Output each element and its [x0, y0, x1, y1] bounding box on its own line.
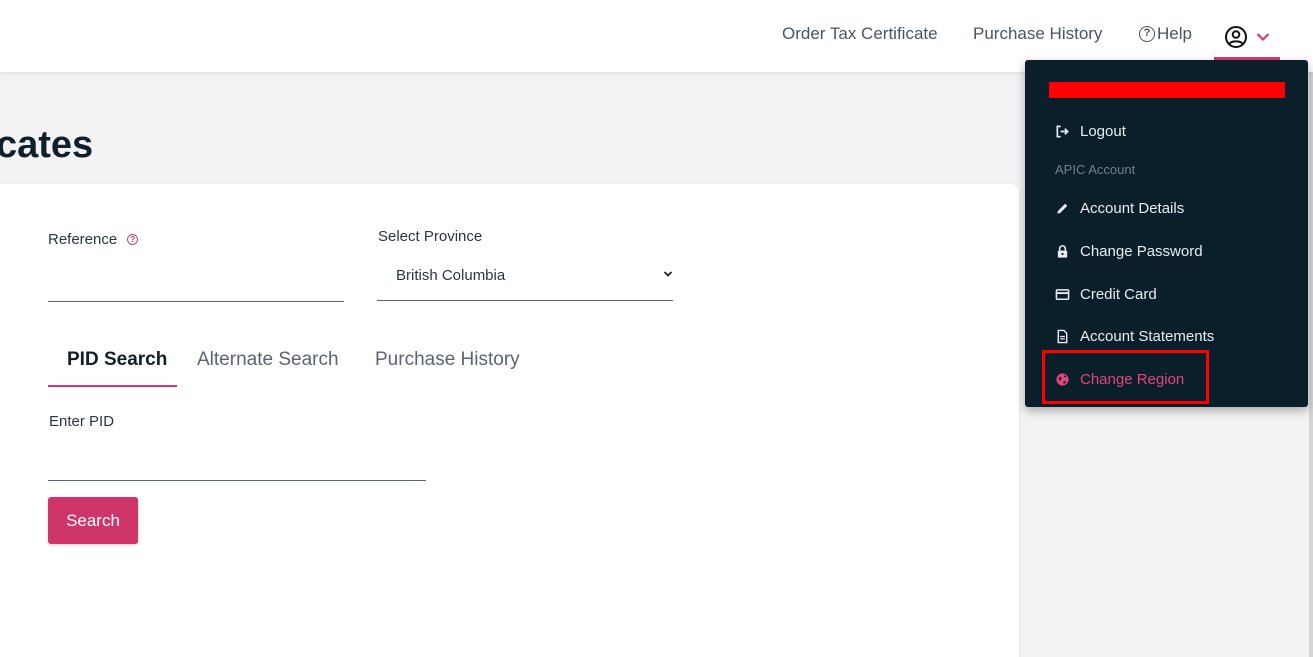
tab-pid-search[interactable]: PID Search: [67, 349, 167, 371]
user-dropdown-menu: Logout APIC Account Account Details Chan…: [1025, 60, 1308, 407]
pencil-icon: [1057, 203, 1068, 214]
nav-help[interactable]: ? Help: [1139, 24, 1192, 44]
nav-purchase-history[interactable]: Purchase History: [973, 24, 1102, 44]
menu-item-logout-label: Logout: [1080, 122, 1126, 140]
globe-icon: [1056, 372, 1069, 386]
menu-item-logout[interactable]: Logout: [1055, 119, 1126, 143]
redacted-username: [1049, 82, 1285, 98]
menu-item-change-region[interactable]: Change Region: [1055, 367, 1184, 391]
pid-label: Enter PID: [49, 413, 115, 430]
lock-icon: [1057, 244, 1068, 258]
page-title: cates: [0, 124, 94, 166]
menu-item-credit-card-label: Credit Card: [1080, 285, 1157, 303]
pid-input[interactable]: [48, 440, 426, 481]
active-tab-indicator: [48, 385, 177, 387]
menu-item-account-details-label: Account Details: [1080, 199, 1185, 217]
chevron-down-icon: [1256, 33, 1270, 42]
menu-item-change-region-label: Change Region: [1080, 370, 1185, 388]
question-circle-icon[interactable]: ?: [127, 234, 139, 245]
document-icon: [1057, 329, 1068, 343]
help-icon: ?: [1139, 26, 1155, 42]
nav-help-label: Help: [1157, 24, 1192, 43]
logout-icon: [1056, 125, 1069, 137]
menu-item-credit-card[interactable]: Credit Card: [1055, 282, 1157, 306]
tab-alternate-search[interactable]: Alternate Search: [197, 349, 339, 371]
menu-section-label: APIC Account: [1055, 162, 1136, 177]
province-select[interactable]: British Columbia: [377, 254, 673, 301]
menu-item-account-details[interactable]: Account Details: [1055, 196, 1184, 220]
search-button[interactable]: Search: [48, 497, 138, 544]
scrollbar[interactable]: [1309, 24, 1313, 657]
menu-item-change-password[interactable]: Change Password: [1055, 239, 1203, 263]
user-circle-icon: [1225, 26, 1247, 48]
reference-label: Reference ?: [48, 231, 139, 248]
menu-item-account-statements-label: Account Statements: [1080, 327, 1215, 345]
tab-purchase-history[interactable]: Purchase History: [375, 349, 520, 371]
menu-item-account-statements[interactable]: Account Statements: [1055, 324, 1214, 348]
menu-item-change-password-label: Change Password: [1080, 242, 1203, 260]
chevron-down-icon: [663, 271, 673, 277]
nav-order-tax-certificate[interactable]: Order Tax Certificate: [782, 24, 938, 44]
province-select-value: British Columbia: [396, 267, 506, 284]
user-menu-button[interactable]: [1214, 14, 1280, 60]
credit-card-icon: [1055, 288, 1070, 300]
reference-label-text: Reference: [48, 231, 118, 248]
reference-input[interactable]: [48, 262, 344, 302]
province-label: Select Province: [378, 228, 483, 245]
